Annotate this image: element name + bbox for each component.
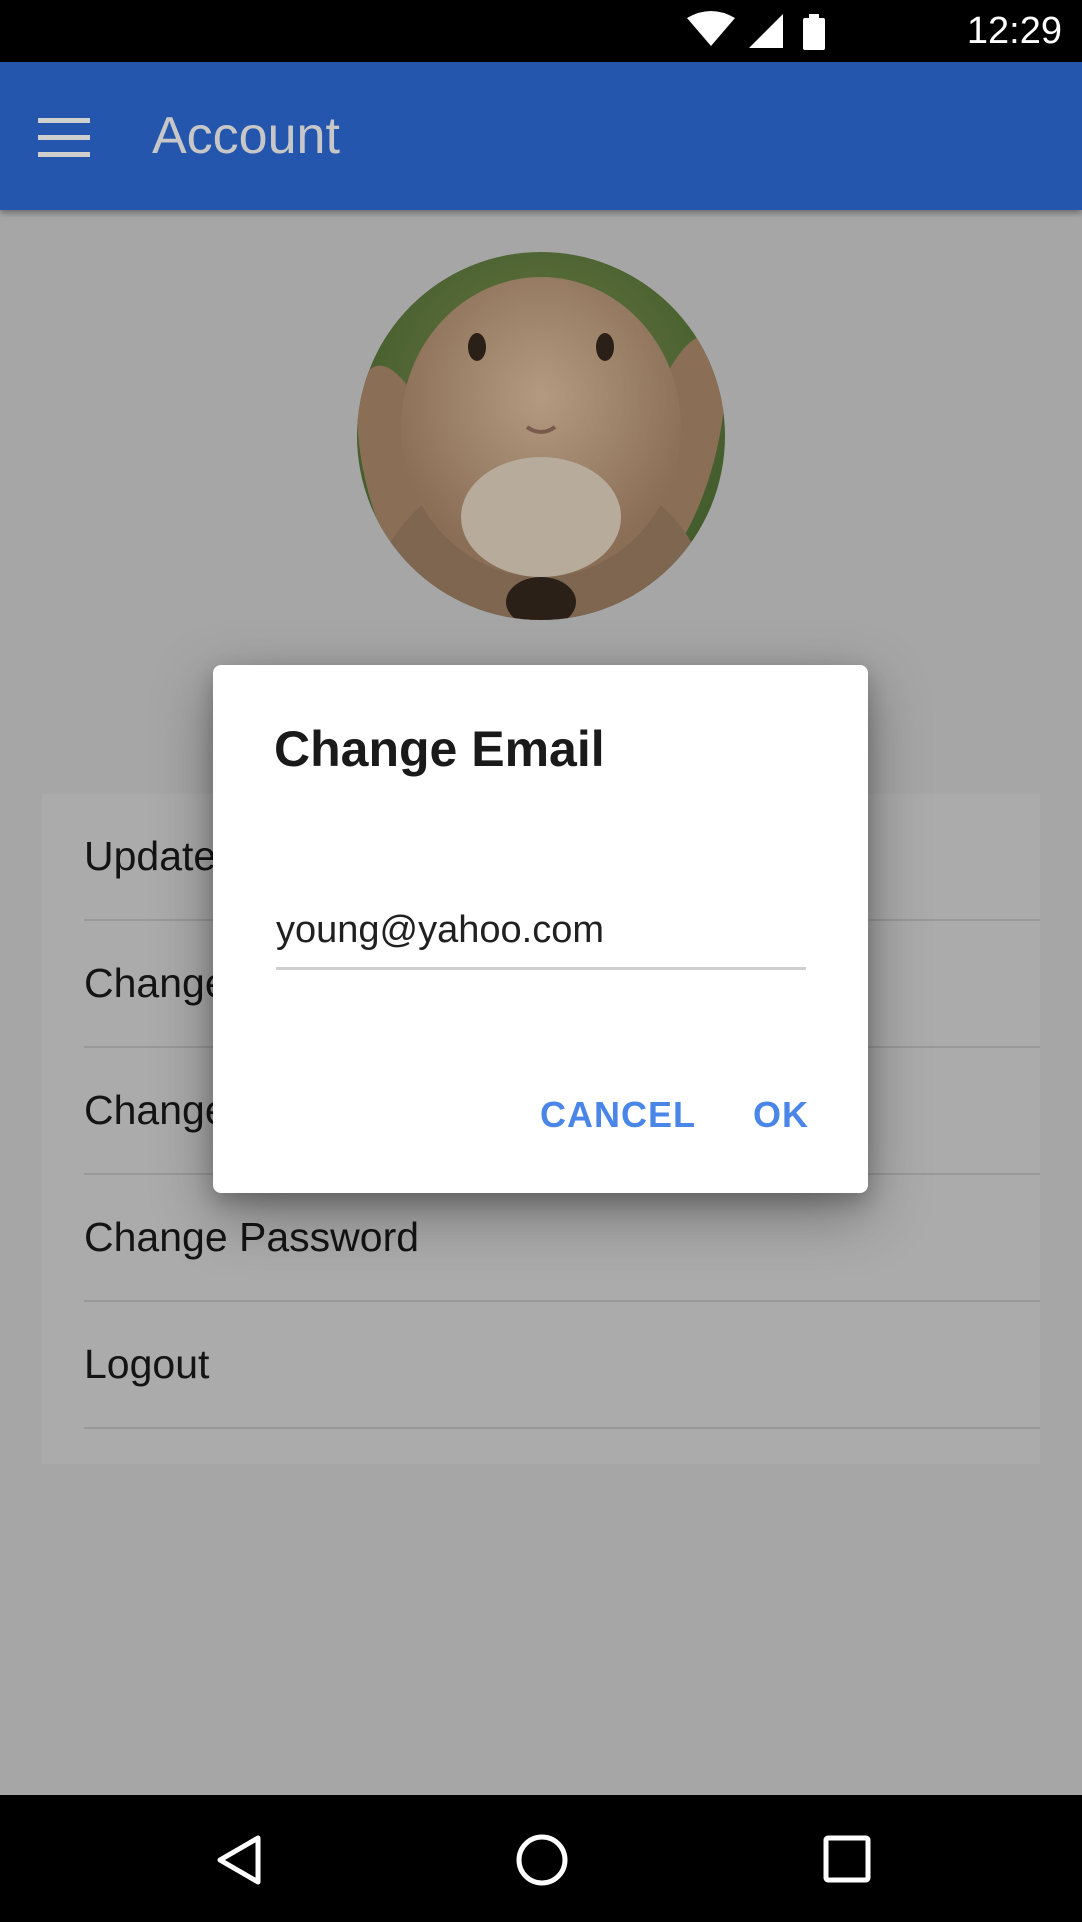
email-field[interactable] xyxy=(276,905,806,970)
dialog-title: Change Email xyxy=(274,721,605,777)
list-item-label: Change xyxy=(84,960,228,1006)
back-icon[interactable] xyxy=(210,1832,266,1888)
battery-icon xyxy=(803,14,825,50)
list-item-label: Logout xyxy=(84,1341,210,1387)
list-item-label: Update xyxy=(84,833,217,879)
list-item-change-password[interactable]: Change Password xyxy=(84,1175,1040,1302)
list-item-label: Change xyxy=(84,1087,228,1133)
wifi-icon xyxy=(687,11,735,46)
status-time: 12:29 xyxy=(966,10,1062,52)
status-bar: 12:29 xyxy=(0,0,1082,62)
change-email-dialog: Change Email CANCEL OK xyxy=(213,665,868,1193)
ok-button[interactable]: OK xyxy=(753,1090,809,1140)
avatar[interactable] xyxy=(357,252,725,620)
recents-icon[interactable] xyxy=(820,1832,876,1888)
rabbit-photo xyxy=(357,252,725,620)
navigation-bar xyxy=(0,1795,1082,1922)
list-item-logout[interactable]: Logout xyxy=(84,1302,1040,1429)
menu-icon[interactable] xyxy=(38,118,92,158)
signal-icon xyxy=(749,14,783,48)
home-icon[interactable] xyxy=(512,1830,572,1890)
page-title: Account xyxy=(152,107,340,165)
cancel-button[interactable]: CANCEL xyxy=(540,1090,696,1140)
list-item-label: Change Password xyxy=(84,1214,420,1260)
app-bar: Account xyxy=(0,62,1082,210)
status-icons xyxy=(687,11,825,50)
